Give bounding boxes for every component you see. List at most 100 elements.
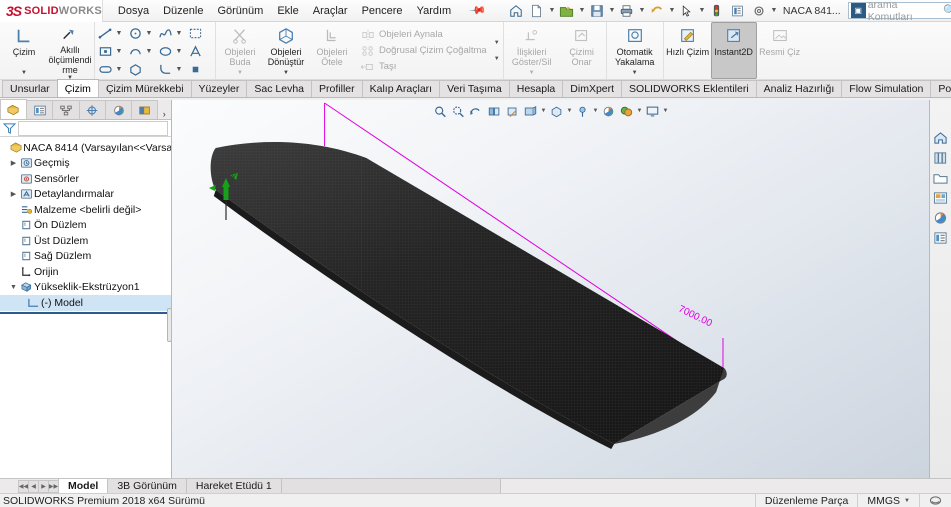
addins-tab[interactable] bbox=[131, 100, 159, 119]
fillet-caret-icon[interactable]: ▼ bbox=[175, 66, 183, 73]
tab-kalip-araclari[interactable]: Kalıp Araçları bbox=[361, 80, 441, 97]
menu-item-gorunum[interactable]: Görünüm bbox=[210, 2, 270, 20]
sketch-picture-button[interactable]: Resmi Çiz bbox=[757, 22, 803, 79]
arc-icon[interactable] bbox=[126, 43, 145, 60]
convert-entities-button[interactable]: Objeleri Dönüştür ▼ bbox=[263, 22, 309, 79]
bottom-tab-hareket-etudu[interactable]: Hareket Etüdü 1 bbox=[185, 479, 282, 493]
appearances-scenes-icon[interactable] bbox=[931, 208, 951, 227]
custom-properties-icon[interactable] bbox=[931, 228, 951, 247]
units-caret-icon[interactable]: ▼ bbox=[904, 498, 910, 504]
tab-hesapla[interactable]: Hesapla bbox=[508, 80, 564, 97]
options-caret-icon[interactable]: ▼ bbox=[770, 7, 778, 14]
magnifier-icon[interactable]: 🔍 bbox=[943, 4, 951, 17]
rapid-sketch-button[interactable]: Hızlı Çizim bbox=[665, 22, 711, 79]
hide-show-items-icon[interactable] bbox=[548, 103, 565, 119]
display-style-icon[interactable] bbox=[522, 103, 539, 119]
fillet-icon[interactable] bbox=[156, 61, 175, 78]
configuration-manager-tab[interactable] bbox=[52, 100, 80, 119]
filter-funnel-icon[interactable] bbox=[0, 122, 18, 134]
text-icon[interactable] bbox=[186, 43, 205, 60]
save-icon[interactable] bbox=[587, 1, 607, 20]
tree-node-ust-duzlem[interactable]: Üst Düzlem bbox=[0, 233, 171, 249]
tree-node-on-duzlem[interactable]: Ön Düzlem bbox=[0, 218, 171, 234]
save-caret-icon[interactable]: ▼ bbox=[608, 7, 616, 14]
select-cursor-icon[interactable] bbox=[677, 1, 697, 20]
graphics-viewport[interactable]: ▼ ▼ ▼ ▼ ▼ 7000.00 Y bbox=[172, 100, 929, 478]
feature-manager-tab[interactable] bbox=[0, 99, 28, 119]
view-palette-icon[interactable] bbox=[931, 188, 951, 207]
slot-icon[interactable] bbox=[96, 61, 115, 78]
tab-dimxpert[interactable]: DimXpert bbox=[562, 80, 623, 97]
circle-icon[interactable] bbox=[126, 25, 145, 42]
tree-node-detaylandirmalar[interactable]: ▶ Detaylandırmalar bbox=[0, 187, 171, 203]
tab-veri-tasima[interactable]: Veri Taşıma bbox=[439, 80, 510, 97]
tree-node-yukseklik-ekstruzyon1[interactable]: ▼ Yükseklik-Ekstrüzyon1 bbox=[0, 280, 171, 296]
offset-entities-button[interactable]: Objeleri Ötele bbox=[309, 22, 355, 79]
view-orientation-icon[interactable] bbox=[504, 103, 521, 119]
circle-caret-icon[interactable]: ▼ bbox=[145, 30, 153, 37]
tree-node-gecmis[interactable]: ▶ Geçmiş bbox=[0, 156, 171, 172]
print-icon[interactable] bbox=[617, 1, 637, 20]
rebuild-icon[interactable] bbox=[707, 1, 727, 20]
line-caret-icon[interactable]: ▼ bbox=[115, 30, 123, 37]
new-document-icon[interactable] bbox=[527, 1, 547, 20]
display-delete-relations-button[interactable]: İlişkileri Göster/Sil ▼ bbox=[505, 22, 559, 79]
undo-icon[interactable] bbox=[647, 1, 667, 20]
tab-flow-simulation[interactable]: Flow Simulation bbox=[841, 80, 932, 97]
previous-view-icon[interactable] bbox=[468, 103, 485, 119]
view-settings-caret-icon[interactable]: ▼ bbox=[636, 108, 643, 114]
apply-scene-icon[interactable] bbox=[600, 103, 617, 119]
viewport-layout-icon[interactable] bbox=[644, 103, 661, 119]
property-manager-tab[interactable] bbox=[26, 100, 54, 119]
file-properties-icon[interactable] bbox=[728, 1, 748, 20]
tab-cizim[interactable]: Çizim bbox=[56, 79, 99, 97]
trim-entities-caret-icon[interactable]: ▼ bbox=[237, 70, 243, 76]
tab-unsurlar[interactable]: Unsurlar bbox=[2, 80, 58, 97]
point-icon[interactable] bbox=[186, 61, 205, 78]
undo-caret-icon[interactable]: ▼ bbox=[668, 7, 676, 14]
rectangle-icon[interactable] bbox=[96, 43, 115, 60]
rectangle-caret-icon[interactable]: ▼ bbox=[115, 48, 123, 55]
menu-item-duzenle[interactable]: Düzenle bbox=[156, 2, 210, 20]
options-gear-icon[interactable] bbox=[749, 1, 769, 20]
move-entities-button[interactable]: Taşı bbox=[357, 59, 490, 75]
arc-caret-icon[interactable]: ▼ bbox=[145, 48, 153, 55]
status-units[interactable]: MMGS ▼ bbox=[857, 494, 919, 507]
tab-analiz-hazirligi[interactable]: Analiz Hazırlığı bbox=[755, 80, 843, 97]
menu-item-yardim[interactable]: Yardım bbox=[410, 2, 459, 20]
tree-node-malzeme[interactable]: Malzeme <belirli değil> bbox=[0, 202, 171, 218]
tab-power-surfacing[interactable]: Power Surfacing bbox=[930, 80, 951, 97]
expander-icon[interactable]: ▶ bbox=[8, 190, 19, 198]
zoom-to-area-icon[interactable] bbox=[450, 103, 467, 119]
tree-node-orijin[interactable]: Orijin bbox=[0, 264, 171, 280]
tree-node-model-sketch[interactable]: (-) Model bbox=[0, 295, 171, 311]
quick-snaps-caret-icon[interactable]: ▼ bbox=[632, 70, 638, 76]
instant2d-button[interactable]: Instant2D bbox=[710, 22, 757, 79]
tree-panel-splitter[interactable] bbox=[167, 307, 171, 342]
modify-caret-up-icon[interactable]: ▼ bbox=[494, 40, 500, 46]
new-document-caret-icon[interactable]: ▼ bbox=[548, 7, 556, 14]
ellipse-icon[interactable] bbox=[156, 43, 175, 60]
quick-snaps-button[interactable]: Otomatik Yakalama ▼ bbox=[608, 22, 662, 79]
repair-sketch-button[interactable]: Çizimi Onar bbox=[559, 22, 605, 79]
solidworks-resources-icon[interactable] bbox=[931, 128, 951, 147]
linear-pattern-button[interactable]: Doğrusal Çizim Çoğaltma bbox=[357, 43, 490, 59]
chevron-right-icon[interactable]: › bbox=[157, 109, 171, 119]
search-commands-box[interactable]: ▣ arama Komutları 🔍 ▼ bbox=[847, 0, 951, 23]
bottom-tab-model[interactable]: Model bbox=[58, 479, 109, 493]
print-caret-icon[interactable]: ▼ bbox=[638, 7, 646, 14]
section-view-icon[interactable] bbox=[486, 103, 503, 119]
bottom-tab-3b-gorunum[interactable]: 3B Görünüm bbox=[107, 479, 187, 493]
overlay-icon[interactable] bbox=[919, 494, 951, 507]
relations-caret-icon[interactable]: ▼ bbox=[529, 70, 535, 76]
spline-icon[interactable] bbox=[156, 25, 175, 42]
filter-input[interactable] bbox=[18, 120, 168, 136]
file-explorer-icon[interactable] bbox=[931, 168, 951, 187]
spline-caret-icon[interactable]: ▼ bbox=[175, 30, 183, 37]
tab-sac-levha[interactable]: Sac Levha bbox=[246, 80, 313, 97]
trim-box-icon[interactable] bbox=[186, 25, 205, 42]
convert-entities-caret-icon[interactable]: ▼ bbox=[283, 70, 289, 76]
tab-profiller[interactable]: Profiller bbox=[311, 80, 363, 97]
trim-entities-button[interactable]: Objeleri Buda ▼ bbox=[217, 22, 263, 79]
modify-caret-down-icon[interactable]: ▼ bbox=[494, 56, 500, 62]
